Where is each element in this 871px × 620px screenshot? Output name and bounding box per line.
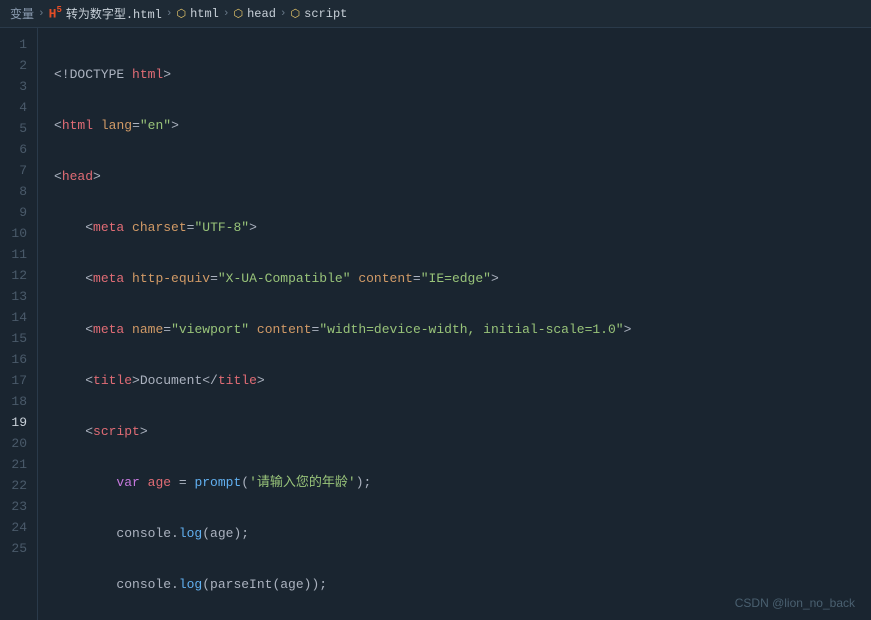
breadcrumb-bar: 变量 › H5 转为数字型.html › ⬡ html › ⬡ head › ⬡… — [0, 0, 871, 28]
bc-folder-3: ⬡ — [291, 7, 301, 21]
line-num-15: 15 — [0, 328, 37, 349]
line-num-19: 19 — [0, 412, 37, 433]
line-num-3: 3 — [0, 76, 37, 97]
line-num-1: 1 — [0, 34, 37, 55]
line-num-7: 7 — [0, 160, 37, 181]
bc-arrow-2: › — [166, 8, 173, 20]
line-num-14: 14 — [0, 307, 37, 328]
code-line-2: <html lang="en"> — [54, 115, 871, 136]
code-line-10: console.log(age); — [54, 523, 871, 544]
line-num-24: 24 — [0, 517, 37, 538]
line-num-21: 21 — [0, 454, 37, 475]
bc-html5-icon: H5 — [49, 5, 62, 21]
code-line-7: <title>Document</title> — [54, 370, 871, 391]
line-num-2: 2 — [0, 55, 37, 76]
code-area: 1 2 3 4 5 6 7 8 9 10 11 12 13 14 15 16 1… — [0, 28, 871, 620]
line-num-20: 20 — [0, 433, 37, 454]
bc-html: html — [190, 7, 219, 21]
line-num-13: 13 — [0, 286, 37, 307]
code-line-1: <!DOCTYPE html> — [54, 64, 871, 85]
bc-folder-1: ⬡ — [176, 7, 186, 21]
line-numbers: 1 2 3 4 5 6 7 8 9 10 11 12 13 14 15 16 1… — [0, 28, 38, 620]
line-num-11: 11 — [0, 244, 37, 265]
bc-folder-2: ⬡ — [234, 7, 244, 21]
code-line-11: console.log(parseInt(age)); — [54, 574, 871, 595]
bc-filename: 转为数字型.html — [66, 5, 162, 22]
line-num-6: 6 — [0, 139, 37, 160]
line-num-8: 8 — [0, 181, 37, 202]
line-num-9: 9 — [0, 202, 37, 223]
line-num-17: 17 — [0, 370, 37, 391]
line-num-4: 4 — [0, 97, 37, 118]
code-line-4: <meta charset="UTF-8"> — [54, 217, 871, 238]
code-line-6: <meta name="viewport" content="width=dev… — [54, 319, 871, 340]
line-num-10: 10 — [0, 223, 37, 244]
code-line-3: <head> — [54, 166, 871, 187]
line-num-23: 23 — [0, 496, 37, 517]
line-num-12: 12 — [0, 265, 37, 286]
bc-variable: 变量 — [10, 5, 34, 22]
bc-arrow-1: › — [38, 8, 45, 20]
code-line-8: <script> — [54, 421, 871, 442]
line-num-25: 25 — [0, 538, 37, 559]
line-num-22: 22 — [0, 475, 37, 496]
code-line-5: <meta http-equiv="X-UA-Compatible" conte… — [54, 268, 871, 289]
code-content[interactable]: <!DOCTYPE html> <html lang="en"> <head> … — [38, 28, 871, 620]
bc-head: head — [247, 7, 276, 21]
bc-arrow-3: › — [223, 8, 230, 20]
line-num-16: 16 — [0, 349, 37, 370]
bc-arrow-4: › — [280, 8, 287, 20]
code-line-9: var age = prompt('请输入您的年龄'); — [54, 472, 871, 493]
line-num-5: 5 — [0, 118, 37, 139]
bc-script: script — [304, 7, 347, 21]
line-num-18: 18 — [0, 391, 37, 412]
